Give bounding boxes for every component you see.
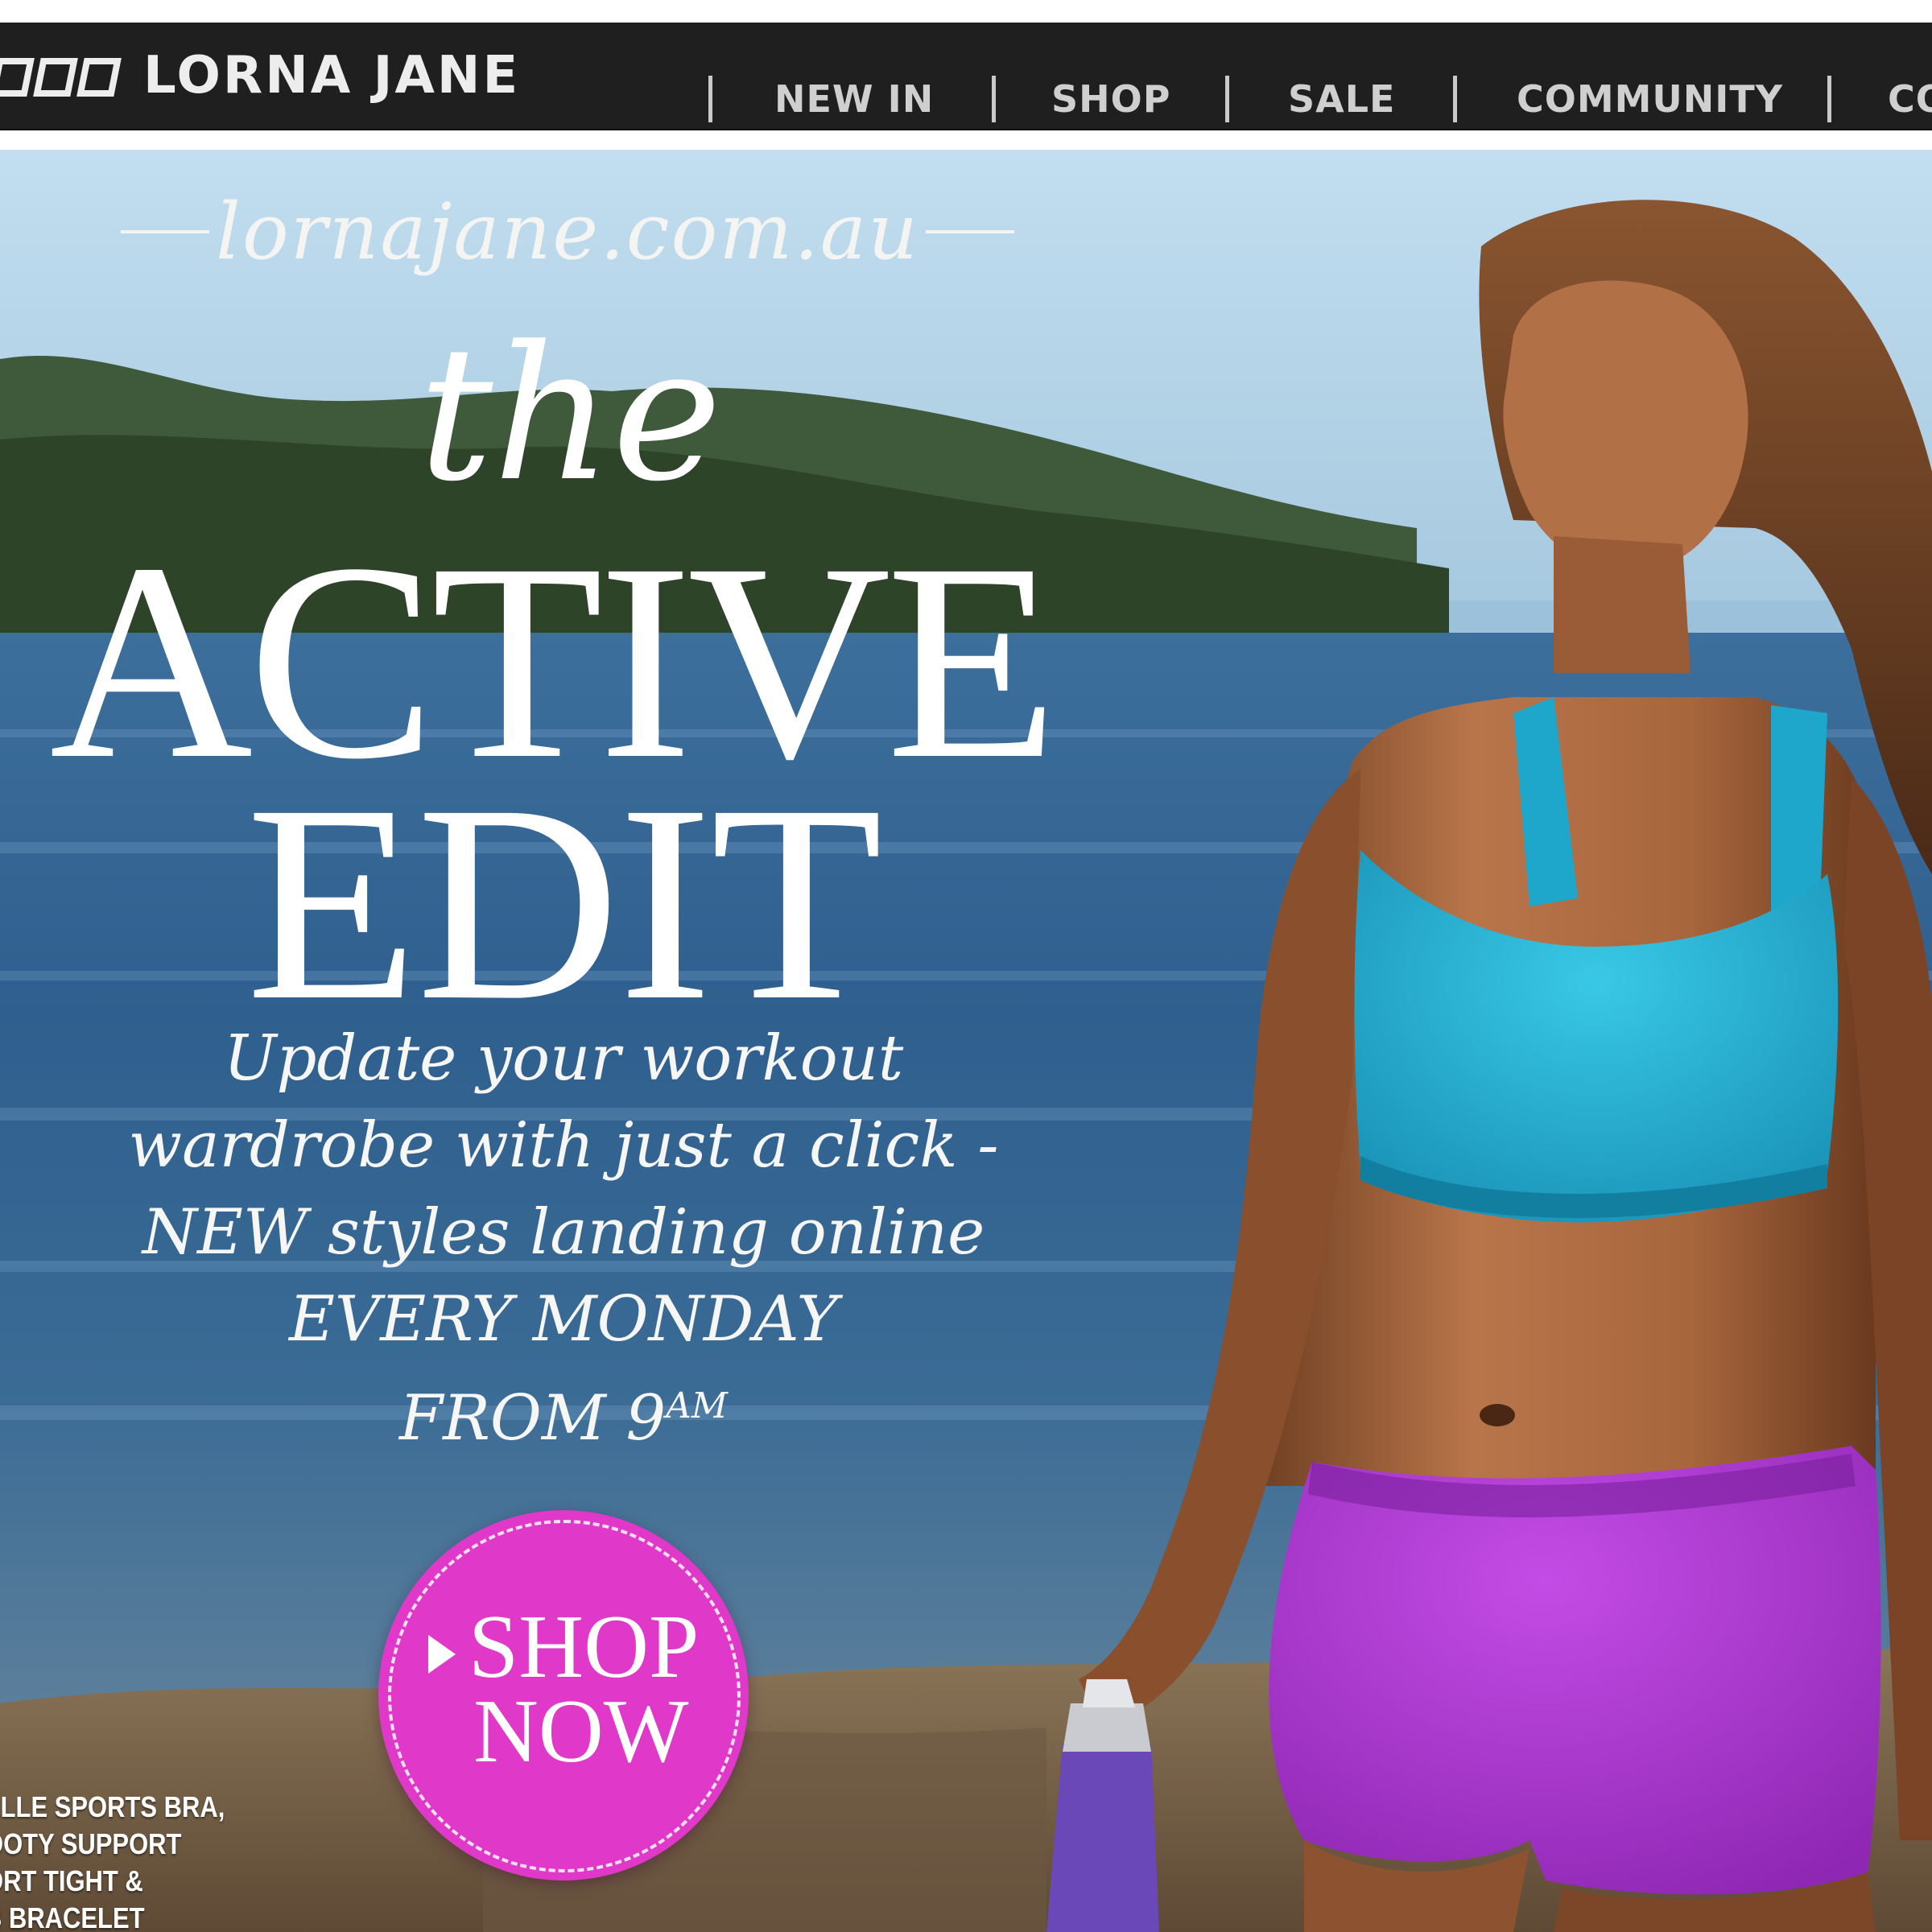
brand-logo[interactable]: LORNA JANE	[0, 23, 668, 129]
brand-name: LORNA JANE	[143, 46, 521, 105]
shop-now-label-line1: SHOP	[469, 1597, 700, 1697]
headline-the: the	[419, 308, 722, 522]
nav-item-truncated[interactable]: CO	[1888, 74, 1932, 124]
tagline-time-suffix: AM	[666, 1385, 728, 1426]
shop-now-button[interactable]: SHOP NOW	[378, 1510, 749, 1880]
nav-divider	[1827, 76, 1831, 122]
caption-line: OOTY SUPPORT	[0, 1827, 182, 1860]
nav-item-new-in[interactable]: NEW IN	[774, 74, 934, 124]
tagline-time: FROM 9AM	[97, 1363, 1030, 1462]
top-nav-bar: LORNA JANE NEW IN SHOP SALE COMMUNITY CO	[0, 23, 1932, 130]
tagline-line: NEW styles landing online	[142, 1196, 985, 1269]
url-divider-right	[926, 230, 1014, 233]
tagline-line: wardrobe with just a click -	[128, 1109, 999, 1182]
caption-line: ELLE SPORTS BRA,	[0, 1790, 225, 1823]
nav-divider	[1225, 76, 1229, 122]
caption-line: B BRACELET	[0, 1901, 145, 1932]
play-arrow-icon	[428, 1635, 456, 1674]
product-caption: ELLE SPORTS BRA, OOTY SUPPORT ORT TIGHT …	[0, 1789, 261, 1932]
tagline-line: EVERY MONDAY	[288, 1283, 839, 1356]
tagline-time-prefix: FROM 9	[399, 1382, 667, 1455]
brand-logo-mark-icon	[0, 58, 122, 97]
hero-banner[interactable]: lornajane.com.au the ACTIVE EDIT Update …	[0, 150, 1932, 1932]
headline-edit: EDIT	[246, 746, 883, 1059]
nav-divider	[992, 76, 996, 122]
shop-now-label-line2: NOW	[473, 1682, 689, 1781]
tagline-line: Update your workout	[223, 1022, 904, 1095]
nav-item-sale[interactable]: SALE	[1288, 74, 1395, 124]
promo-tagline: Update your workout wardrobe with just a…	[97, 1015, 1030, 1462]
caption-line: ORT TIGHT &	[0, 1864, 143, 1897]
nav-item-community[interactable]: COMMUNITY	[1517, 74, 1783, 124]
nav-divider	[708, 76, 712, 122]
nav-item-shop[interactable]: SHOP	[1051, 74, 1170, 124]
nav-divider	[1453, 76, 1457, 122]
site-url[interactable]: lornajane.com.au	[121, 184, 1014, 280]
